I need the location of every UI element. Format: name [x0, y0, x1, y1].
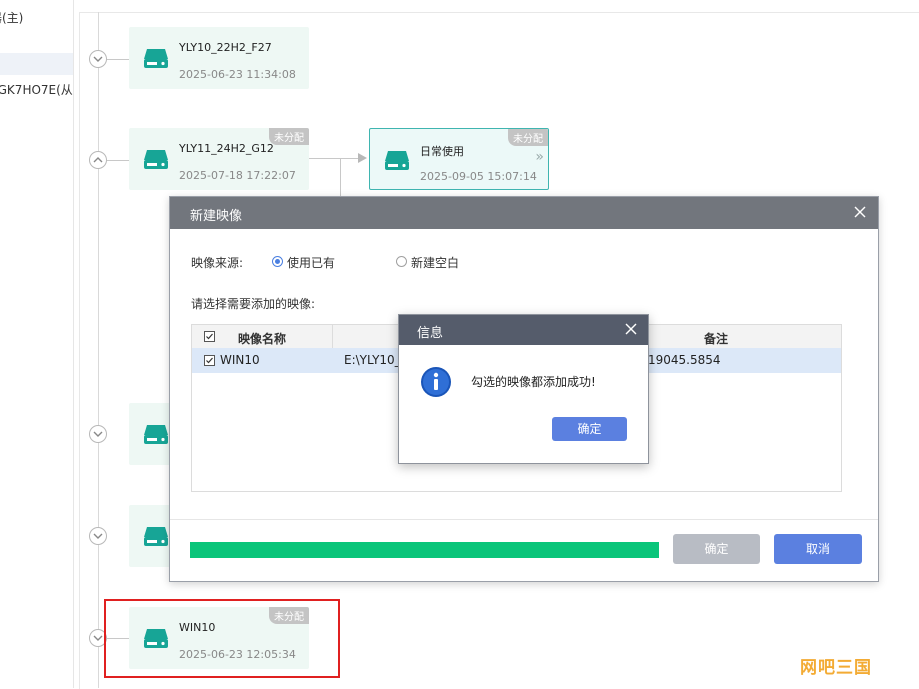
node-name: 日常使用 [420, 145, 464, 158]
sidebar-item-selected[interactable] [0, 53, 73, 75]
info-dialog: 信息 勾选的映像都添加成功! 确定 [398, 314, 649, 464]
annotation-highlight-box [104, 599, 340, 678]
cell-image-name: WIN10 [220, 353, 260, 367]
node-name: YLY10_22H2_F27 [179, 41, 272, 54]
chevron-up-icon [93, 157, 103, 163]
sidebar: 器(主) 0GK7HO7E(从 [0, 0, 74, 688]
select-all-checkbox[interactable] [204, 331, 215, 342]
info-dialog-header: 信息 [399, 315, 648, 345]
info-ok-button[interactable]: 确定 [552, 417, 627, 441]
image-node-card-selected[interactable]: 日常使用 2025-09-05 15:07:14 未分配 » [369, 128, 549, 190]
progress-bar [190, 542, 659, 558]
disk-icon [144, 49, 168, 68]
sidebar-item-server-main[interactable]: 器(主) [0, 7, 73, 29]
cell-image-path: E:\YLY10_ [344, 353, 401, 367]
node-name: YLY11_24H2_G12 [179, 142, 274, 155]
branch-connector [309, 158, 361, 159]
radio-use-existing[interactable] [272, 256, 283, 267]
chevron-down-icon [93, 635, 103, 641]
node-date: 2025-07-18 17:22:07 [179, 169, 296, 182]
expand-toggle[interactable] [89, 527, 107, 545]
column-header-note[interactable]: 备注 [704, 330, 728, 347]
disk-icon [144, 425, 168, 444]
dialog-title: 新建映像 [190, 209, 243, 224]
sidebar-item-server-secondary[interactable]: 0GK7HO7E(从 [0, 79, 73, 101]
branch-connector [340, 158, 341, 198]
image-source-label: 映像来源: [191, 256, 244, 270]
node-date: 2025-06-23 11:34:08 [179, 68, 296, 81]
info-dialog-title: 信息 [417, 326, 444, 341]
chevron-down-icon [93, 533, 103, 539]
dialog-header: 新建映像 [170, 197, 878, 229]
close-icon[interactable] [624, 322, 638, 336]
ok-button[interactable]: 确定 [673, 534, 760, 564]
sidebar-item-label: 0GK7HO7E(从 [0, 83, 73, 97]
tree-connector [107, 160, 129, 161]
column-divider [332, 325, 333, 348]
unassigned-badge: 未分配 [269, 128, 309, 145]
site-watermark: 网吧三国 [800, 658, 872, 678]
dialog-divider [170, 519, 878, 520]
radio-use-existing-label[interactable]: 使用已有 [287, 254, 335, 271]
row-checkbox[interactable] [204, 355, 215, 366]
image-node-card[interactable]: YLY11_24H2_G12 2025-07-18 17:22:07 未分配 [129, 128, 309, 190]
expand-toggle[interactable] [89, 50, 107, 68]
info-message: 勾选的映像都添加成功! [471, 375, 596, 389]
collapse-toggle[interactable] [89, 151, 107, 169]
close-icon[interactable] [852, 204, 868, 220]
check-icon [206, 357, 213, 364]
radio-new-blank[interactable] [396, 256, 407, 267]
chevron-down-icon [93, 431, 103, 437]
cell-image-note: 19045.5854 [648, 353, 721, 367]
unassigned-badge: 未分配 [508, 129, 548, 146]
node-date: 2025-09-05 15:07:14 [420, 170, 537, 183]
sidebar-item-label: 器(主) [0, 11, 24, 25]
expand-toggle[interactable] [89, 425, 107, 443]
disk-icon [385, 151, 409, 170]
cancel-button[interactable]: 取消 [774, 534, 862, 564]
tree-trunk-line [98, 12, 99, 688]
arrow-right-icon [358, 153, 367, 163]
image-node-card[interactable]: YLY10_22H2_F27 2025-06-23 11:34:08 [129, 27, 309, 89]
chevron-down-icon [93, 56, 103, 62]
tree-connector [107, 59, 129, 60]
check-icon [206, 333, 213, 340]
column-header-name[interactable]: 映像名称 [238, 330, 286, 347]
double-chevron-right-icon[interactable]: » [535, 149, 544, 165]
select-images-label: 请选择需要添加的映像: [191, 297, 316, 311]
info-icon [421, 367, 451, 397]
disk-icon [144, 150, 168, 169]
radio-new-blank-label[interactable]: 新建空白 [411, 254, 459, 271]
disk-icon [144, 527, 168, 546]
